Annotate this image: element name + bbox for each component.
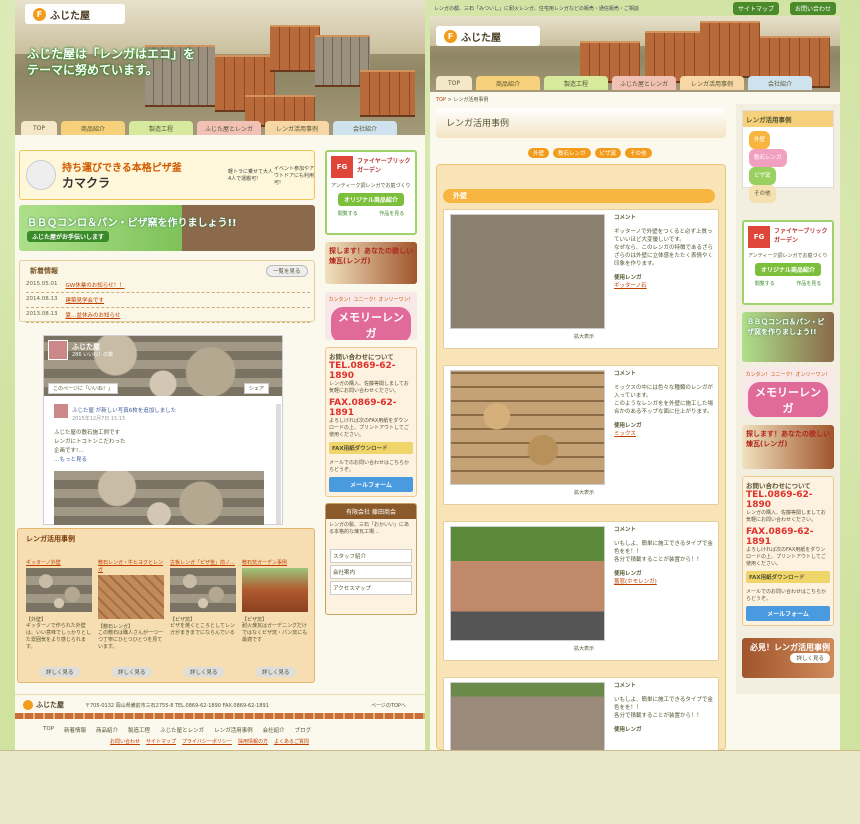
firebrick-garden-banner[interactable]: FG ファイヤーブリック ガーデン アンティーク調レンガでお庭づくり オリジナル… xyxy=(742,220,834,305)
category-tabs: 外壁 敷石レンガ ピザ窯 その他 xyxy=(528,148,652,158)
right-page-screenshot: F ふじた屋 TOP 商品紹介 製造工程 ふじた屋とレンガ レンガ活用事例 会社紹… xyxy=(430,16,840,750)
memory-renga-banner[interactable]: カンタン！ユニーク！オンリーワン！ メモリーレンガ xyxy=(325,292,417,340)
contact-top-button[interactable]: お問い合わせ xyxy=(790,2,837,15)
fb-like-button[interactable]: このページに「いいね！」 xyxy=(48,383,118,394)
fb-avatar xyxy=(48,340,68,360)
nav-cases[interactable]: レンガ活用事例 xyxy=(680,76,744,90)
nav-products[interactable]: 商品紹介 xyxy=(476,76,540,90)
section-heading-exterior: 外壁 xyxy=(443,189,715,203)
sun-logo-icon: F xyxy=(444,29,457,43)
zoom-link[interactable]: 拡大表示 xyxy=(574,333,594,341)
memory-renga-banner[interactable]: カンタン！ユニーク！オンリーワン！ メモリーレンガ xyxy=(742,367,834,417)
fb-garden-logo-icon: FG xyxy=(331,156,353,178)
zoom-link[interactable]: 拡大表示 xyxy=(574,489,594,497)
case-banner[interactable]: 必見！レンガ活用事例 詳しく見る xyxy=(742,638,834,678)
footer-sun-icon xyxy=(23,700,33,710)
case-item[interactable]: 古板レンガ「ピザ釜」前ノ… 【ピザ窯】 ピザを焼くところとしてレンガがまきまでに… xyxy=(170,559,236,679)
right-logo[interactable]: F ふじた屋 xyxy=(436,26,540,46)
pizza-kamakura-banner[interactable]: 持ち運びできる本格ピザ釜 カマクラ 軽トラに乗せて大人4人で運搬可! イベント参… xyxy=(19,150,315,200)
right-sidebar: レンガ活用事例 外壁 敷石レンガ ピザ窯 その他 FG ファイヤーブリック ガー… xyxy=(736,104,840,694)
nav-process[interactable]: 製造工程 xyxy=(129,121,193,135)
page-top-link[interactable]: ページのTOPへ xyxy=(371,702,406,709)
tab-exterior[interactable]: 外壁 xyxy=(528,148,550,158)
nav-company[interactable]: 会社紹介 xyxy=(333,121,397,135)
nav-company[interactable]: 会社紹介 xyxy=(748,76,812,90)
bottom-band xyxy=(0,750,860,824)
news-more-button[interactable]: 一覧を見る xyxy=(266,265,308,277)
fax-download-button[interactable]: FAX用紙ダウンロード xyxy=(329,442,413,454)
sun-logo-icon: F xyxy=(33,7,46,21)
case-item[interactable]: 敷石窯ガーデン事例 【ピザ窯】 耐火煉瓦はガーデニングだけではなくピザ窯・パン窯… xyxy=(242,559,308,679)
renga-search-banner[interactable]: 探します！あなたの欲しい煉瓦(レンガ) xyxy=(325,242,417,284)
side-link-other[interactable]: その他 xyxy=(749,185,776,203)
firebrick-garden-banner[interactable]: FG ファイヤーブリック ガーデン アンティーク調レンガでお庭づくり オリジナル… xyxy=(325,150,417,235)
pizza-oven-icon xyxy=(26,160,56,190)
news-item[interactable]: 2015.05.01 GW休業のお知らせ！！ xyxy=(26,278,310,293)
mail-form-button[interactable]: メールフォーム xyxy=(746,606,830,621)
news-box: 新着情報 一覧を見る 2015.05.01 GW休業のお知らせ！！ 2014.08… xyxy=(19,260,315,323)
fb-share-button[interactable]: シェア xyxy=(244,383,270,394)
case-photo[interactable] xyxy=(450,526,605,641)
left-hero: F ふじた屋 ふじた屋は「レンガはエコ」を テーマに努めています。 TOP 商品紹介… xyxy=(15,0,425,135)
left-footer: ふじた屋 〒705-0132 岡山県備前市三石2755-8 TEL.0869-6… xyxy=(15,694,425,750)
mail-form-button[interactable]: メールフォーム xyxy=(329,477,413,492)
fb-post-photo[interactable] xyxy=(54,471,264,525)
nav-fujitaya-renga[interactable]: ふじた屋とレンガ xyxy=(197,121,261,135)
side-link-exterior[interactable]: 外壁 xyxy=(749,131,771,149)
case-photo[interactable] xyxy=(450,370,605,485)
left-hero-text: ふじた屋は「レンガはエコ」を テーマに努めています。 xyxy=(27,47,196,77)
right-hero: F ふじた屋 TOP 商品紹介 製造工程 ふじた屋とレンガ レンガ活用事例 会社紹… xyxy=(430,16,840,92)
news-title: 新着情報 xyxy=(30,267,58,275)
fb-scrollbar[interactable] xyxy=(276,404,281,524)
renga-search-banner[interactable]: 探します！あなたの欲しい煉瓦(レンガ) xyxy=(742,425,834,469)
tab-pizza[interactable]: ピザ窯 xyxy=(594,148,622,158)
fax-download-button[interactable]: FAX用紙ダウンロード xyxy=(746,571,830,583)
breadcrumb: TOP > レンガ活用事例 xyxy=(436,97,489,103)
news-item[interactable]: 2014.08.13 建築見学会です xyxy=(26,293,310,308)
case-card: コメント ギッターノで外壁をつくると必ず上質っていいほど大変優しいです。 なぜな… xyxy=(443,209,719,349)
footer-nav: TOP 新着情報 商品紹介 製造工程 ふじた屋とレンガ レンガ活用事例 会社紹介 ブログ xyxy=(43,726,312,734)
nav-process[interactable]: 製造工程 xyxy=(544,76,608,90)
case-photo[interactable] xyxy=(450,682,605,750)
news-list: 2015.05.01 GW休業のお知らせ！！ 2014.08.13 建築見学会です … xyxy=(26,278,310,323)
sitemap-button[interactable]: サイトマップ xyxy=(733,2,780,15)
bbq-banner[interactable]: ＢＢＱコンロ＆パン・ピザ窯を作りましょう!! ふじた屋がお手伝いします xyxy=(19,205,315,251)
left-logo[interactable]: F ふじた屋 xyxy=(25,4,125,24)
nav-cases[interactable]: レンガ活用事例 xyxy=(265,121,329,135)
nav-products[interactable]: 商品紹介 xyxy=(61,121,125,135)
side-link-paving[interactable]: 敷石レンガ xyxy=(749,149,787,167)
contact-box: お問い合わせについて TEL.0869-62-1890 レンガの購入、佐藤等関し… xyxy=(325,347,417,497)
page-title: レンガ活用事例 xyxy=(436,108,726,138)
nav-fujitaya-renga[interactable]: ふじた屋とレンガ xyxy=(612,76,676,90)
left-page-screenshot: F ふじた屋 ふじた屋は「レンガはエコ」を テーマに努めています。 TOP 商品紹介… xyxy=(15,0,425,750)
side-link-pizza[interactable]: ピザ窯 xyxy=(749,167,776,185)
facebook-widget: ふじた屋 286 いいね！の数 このページに「いいね！」 シェア ふじた屋 が新… xyxy=(43,335,283,525)
right-topline: レンガの都、三石「みついし」に耐火レンガ、住宅用レンガなどの販売・通信販売・ご相… xyxy=(434,6,639,12)
case-photo[interactable] xyxy=(450,214,605,329)
case-card: コメント いもしよ、簡単に施工できるタイプで金色をを！！ 各分で積載することが装… xyxy=(443,677,719,750)
zoom-link[interactable]: 拡大表示 xyxy=(574,645,594,653)
access-map-link[interactable]: アクセスマップ xyxy=(330,581,412,595)
tab-other[interactable]: その他 xyxy=(625,148,652,158)
company-link[interactable]: 会社案内 xyxy=(330,565,412,579)
case-item[interactable]: ギッターノ外壁 【外壁】 ギッターノで作られた外壁は、いい意味でしっかりとした雰… xyxy=(26,559,92,679)
right-main-nav: TOP 商品紹介 製造工程 ふじた屋とレンガ レンガ活用事例 会社紹介 xyxy=(436,76,812,90)
nav-top[interactable]: TOP xyxy=(21,121,57,135)
bbq-side-banner[interactable]: ＢＢＱコンロ＆パン・ピザ窯を作りましょう!! xyxy=(742,312,834,362)
case-box: レンガ活用事例 ギッターノ外壁 【外壁】 ギッターノで作られた外壁は、いい意味で… xyxy=(17,528,315,683)
news-item[interactable]: 2013.08.13 夏…盆休みのお知らせ xyxy=(26,308,310,323)
case-card: コメント いもしよ、簡単に施工できるタイプで金色をを！！ 各分で積載することが装… xyxy=(443,521,719,661)
fb-garden-logo-icon: FG xyxy=(748,226,770,248)
nav-top[interactable]: TOP xyxy=(436,76,472,90)
footer-links: お問い合わせ サイトマップ プライバシーポリシー 採用情報の方 よくあるご質問 xyxy=(110,739,309,745)
contact-box: お問い合わせについて TEL.0869-62-1890 レンガの購入、佐藤等関し… xyxy=(742,476,834,626)
company-box: 有限会社 藤田商会 レンガの製、三石「おかいい」にある本格的な煉瓦工場… スタッ… xyxy=(325,503,417,615)
case-list: 外壁 コメント ギッターノで外壁をつくると必ず上質っていいほど大変優しいです。 … xyxy=(436,164,726,750)
tab-paving[interactable]: 敷石レンガ xyxy=(553,148,591,158)
left-main-nav: TOP 商品紹介 製造工程 ふじた屋とレンガ レンガ活用事例 会社紹介 xyxy=(21,121,397,135)
staff-link[interactable]: スタッフ紹介 xyxy=(330,549,412,563)
case-card: コメント ミックスの中には色々な種類のレンガが入っています。 このようなレンガを… xyxy=(443,365,719,505)
case-item[interactable]: 敷石レンガ・牛ヒヨクとレンガ 【敷石レンガ】 この敷石は職人さんが一つ一つ丁寧に… xyxy=(98,559,164,679)
